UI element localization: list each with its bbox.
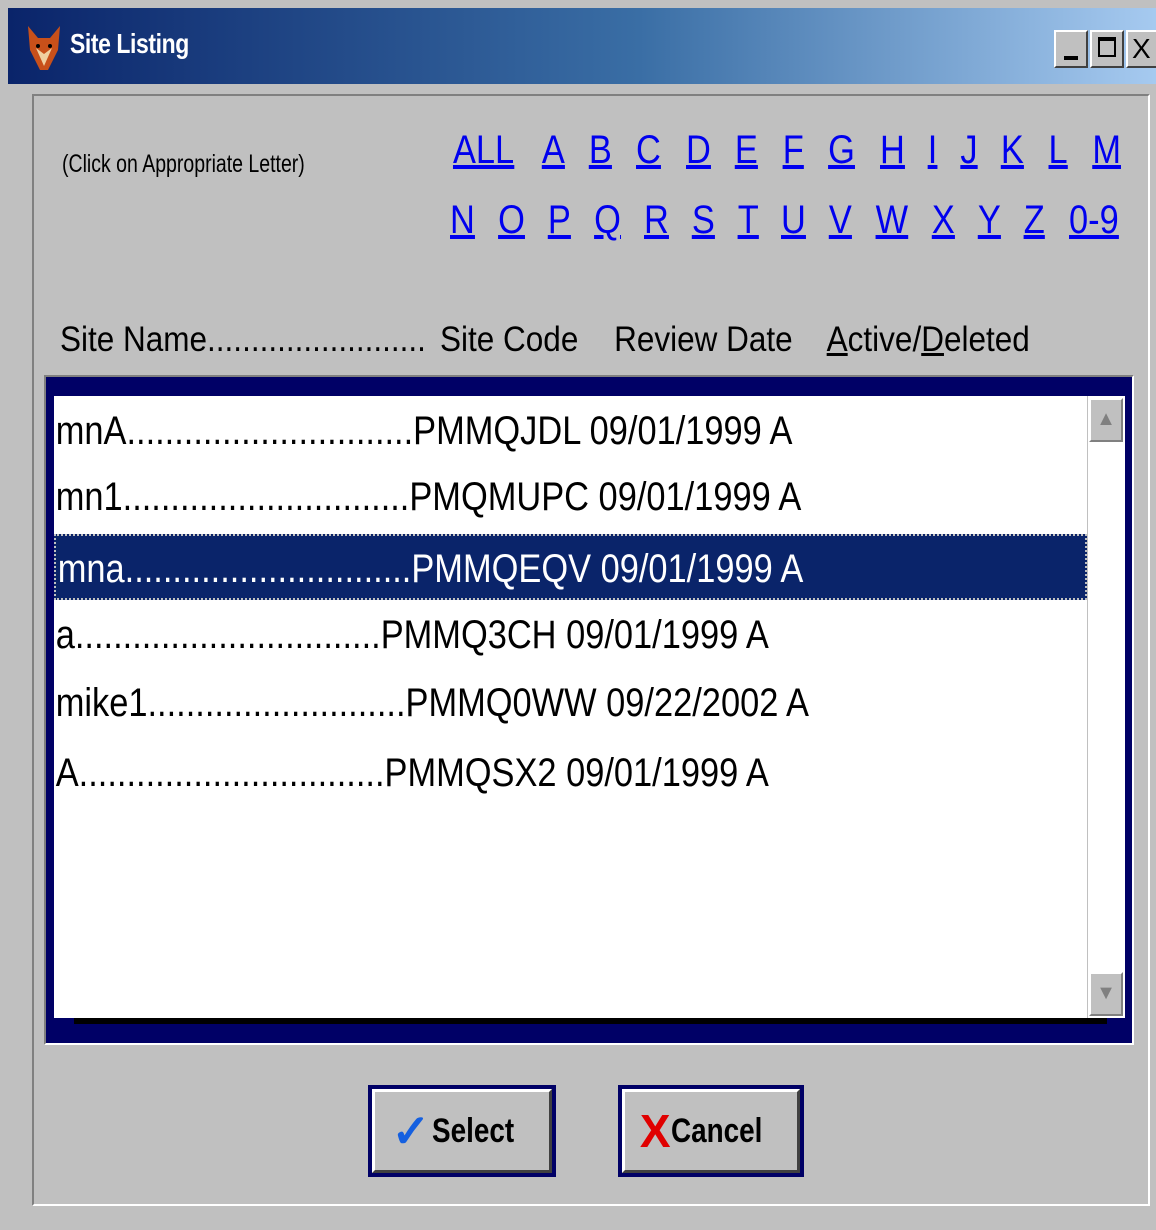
letter-link-k[interactable]: K — [1001, 128, 1024, 172]
red-x-icon: X — [639, 1105, 671, 1157]
letter-link-u[interactable]: U — [781, 198, 806, 242]
letter-link-z[interactable]: Z — [1023, 198, 1044, 242]
letter-link-b[interactable]: B — [589, 128, 612, 172]
letter-link-t[interactable]: T — [738, 198, 759, 242]
letter-link-j[interactable]: J — [960, 128, 977, 172]
header-active-text: ctive/ — [847, 320, 922, 359]
list-scrollbar[interactable]: ▲ ▼ — [1087, 396, 1125, 1018]
letter-link-all[interactable]: ALL — [453, 128, 514, 172]
letter-filter-hint: (Click on Appropriate Letter) — [62, 150, 305, 178]
cancel-button-label: Cancel — [670, 1111, 763, 1150]
letter-link-s[interactable]: S — [692, 198, 715, 242]
letter-link-w[interactable]: W — [876, 198, 908, 242]
header-active-deleted: Active/Deleted — [827, 320, 1030, 360]
letter-filter-row-2: N O P Q R S T U V W X Y Z 0-9 — [448, 198, 1123, 242]
list-item-text: mna..............................PMMQEQV… — [57, 547, 804, 591]
header-deleted-mnemonic: D — [921, 320, 944, 359]
letter-link-d[interactable]: D — [686, 128, 711, 172]
letter-link-l[interactable]: L — [1048, 128, 1067, 172]
letter-filter-row-1: ALL A B C D E F G H I J K L M — [448, 128, 1123, 172]
minimize-button[interactable] — [1054, 30, 1088, 68]
close-icon: X — [1132, 33, 1151, 64]
maximize-icon — [1098, 37, 1116, 57]
letter-link-n[interactable]: N — [450, 198, 475, 242]
select-button[interactable]: ✓ Select — [372, 1089, 552, 1173]
letter-link-v[interactable]: V — [829, 198, 852, 242]
header-site-code: Site Code — [440, 320, 579, 359]
minimize-icon — [1064, 56, 1078, 60]
list-item[interactable]: A................................PMMQSX2… — [54, 740, 1087, 806]
letter-link-g[interactable]: G — [828, 128, 855, 172]
header-site-name: Site Name......................... — [60, 320, 426, 359]
list-header: Site Name......................... Site … — [60, 320, 1030, 360]
letter-link-h[interactable]: H — [880, 128, 905, 172]
list-item-text: a................................PMMQ3CH… — [55, 613, 769, 657]
list-item[interactable]: mike1...........................PMMQ0WW … — [54, 670, 1087, 736]
letter-link-f[interactable]: F — [782, 128, 803, 172]
letter-link-m[interactable]: M — [1092, 128, 1121, 172]
arrow-down-icon: ▼ — [1096, 982, 1116, 1004]
fox-icon — [28, 26, 60, 70]
site-list[interactable]: mnA..............................PMMQJDL… — [54, 396, 1087, 1018]
cancel-button[interactable]: X Cancel — [622, 1089, 800, 1173]
letter-link-r[interactable]: R — [644, 198, 669, 242]
letter-link-p[interactable]: P — [548, 198, 571, 242]
list-item-text: mnA..............................PMMQJDL… — [55, 409, 793, 453]
letter-link-c[interactable]: C — [636, 128, 661, 172]
letter-link-o[interactable]: O — [498, 198, 525, 242]
letter-link-e[interactable]: E — [735, 128, 758, 172]
list-item-text: mn1..............................PMQMUPC… — [55, 475, 802, 519]
letter-link-q[interactable]: Q — [594, 198, 621, 242]
header-deleted-text: eleted — [943, 320, 1030, 359]
list-item-text: A................................PMMQSX2… — [55, 751, 769, 795]
list-item[interactable]: mn1..............................PMQMUPC… — [54, 464, 1087, 530]
letter-link-x[interactable]: X — [932, 198, 955, 242]
letter-link-0-9[interactable]: 0-9 — [1069, 198, 1119, 242]
maximize-button[interactable] — [1090, 30, 1124, 68]
list-item-selected[interactable]: mna..............................PMMQEQV… — [54, 534, 1087, 600]
window-title: Site Listing — [70, 28, 189, 59]
checkmark-icon: ✓ — [391, 1105, 431, 1157]
title-bar[interactable]: Site Listing X — [8, 8, 1156, 84]
list-item[interactable]: a................................PMMQ3CH… — [54, 602, 1087, 668]
arrow-up-icon: ▲ — [1096, 408, 1116, 430]
scroll-down-button[interactable]: ▼ — [1089, 972, 1123, 1016]
letter-link-a[interactable]: A — [542, 128, 565, 172]
header-active-mnemonic: A — [826, 320, 848, 359]
close-button[interactable]: X — [1126, 30, 1156, 68]
cancel-button-frame: X Cancel — [618, 1085, 804, 1177]
select-button-label: Select — [432, 1111, 515, 1150]
site-listing-window: Site Listing X (Click on Appropriate Let… — [0, 0, 1156, 1230]
list-item[interactable]: mnA..............................PMMQJDL… — [54, 398, 1087, 464]
letter-link-y[interactable]: Y — [978, 198, 1001, 242]
header-review-date: Review Date — [614, 320, 793, 359]
list-item-text: mike1...........................PMMQ0WW … — [55, 681, 809, 725]
letter-link-i[interactable]: I — [928, 128, 938, 172]
select-button-frame: ✓ Select — [368, 1085, 556, 1177]
scroll-up-button[interactable]: ▲ — [1089, 398, 1123, 442]
